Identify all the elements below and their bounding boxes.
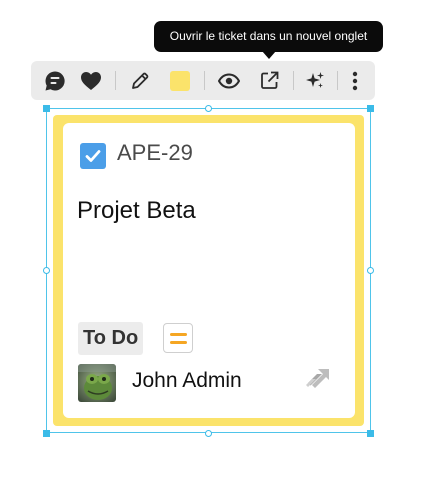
- avatar: [78, 364, 116, 402]
- assignee-name: John Admin: [132, 369, 242, 392]
- more-options-button[interactable]: [347, 61, 363, 100]
- edit-button[interactable]: [128, 61, 152, 100]
- status-badge[interactable]: To Do: [78, 322, 144, 355]
- resize-handle-top[interactable]: [205, 105, 212, 112]
- sparkle-icon: [306, 71, 324, 88]
- heart-icon: [81, 71, 101, 90]
- pencil-icon: [132, 72, 149, 89]
- toolbar-divider: [293, 71, 294, 90]
- tooltip: Ouvrir le ticket dans un nouvel onglet: [154, 21, 383, 52]
- resize-handle-right[interactable]: [367, 267, 374, 274]
- toolbar-divider: [337, 71, 338, 90]
- resize-handle-left[interactable]: [43, 267, 50, 274]
- color-swatch: [170, 70, 190, 91]
- priority-medium-icon: [163, 323, 193, 353]
- toolbar-divider: [204, 71, 205, 90]
- resize-handle-top-right[interactable]: [367, 105, 374, 112]
- like-button[interactable]: [79, 61, 103, 100]
- more-vertical-icon: [352, 71, 358, 90]
- toolbar-divider: [115, 71, 116, 90]
- ticket-card-body: APE-29 Projet Beta To Do John Admin: [63, 123, 355, 418]
- resize-handle-bottom-right[interactable]: [367, 430, 374, 437]
- open-external-icon: [260, 71, 278, 89]
- ai-button[interactable]: [303, 61, 327, 100]
- checkbox-icon: [80, 143, 106, 169]
- resize-handle-bottom-left[interactable]: [43, 430, 50, 437]
- color-picker-button[interactable]: [168, 61, 192, 100]
- comment-button[interactable]: [43, 61, 67, 100]
- jira-icon: [305, 367, 331, 393]
- eye-icon: [218, 72, 240, 89]
- tooltip-arrow: [262, 51, 276, 59]
- open-in-new-tab-button[interactable]: [257, 61, 281, 100]
- ticket-title: Projet Beta: [77, 197, 196, 224]
- comment-icon: [45, 70, 65, 90]
- resize-handle-bottom[interactable]: [205, 430, 212, 437]
- watch-button[interactable]: [217, 61, 241, 100]
- card-toolbar: [31, 61, 375, 100]
- resize-handle-top-left[interactable]: [43, 105, 50, 112]
- ticket-card[interactable]: APE-29 Projet Beta To Do John Admin: [53, 115, 364, 426]
- ticket-key[interactable]: APE-29: [117, 140, 193, 166]
